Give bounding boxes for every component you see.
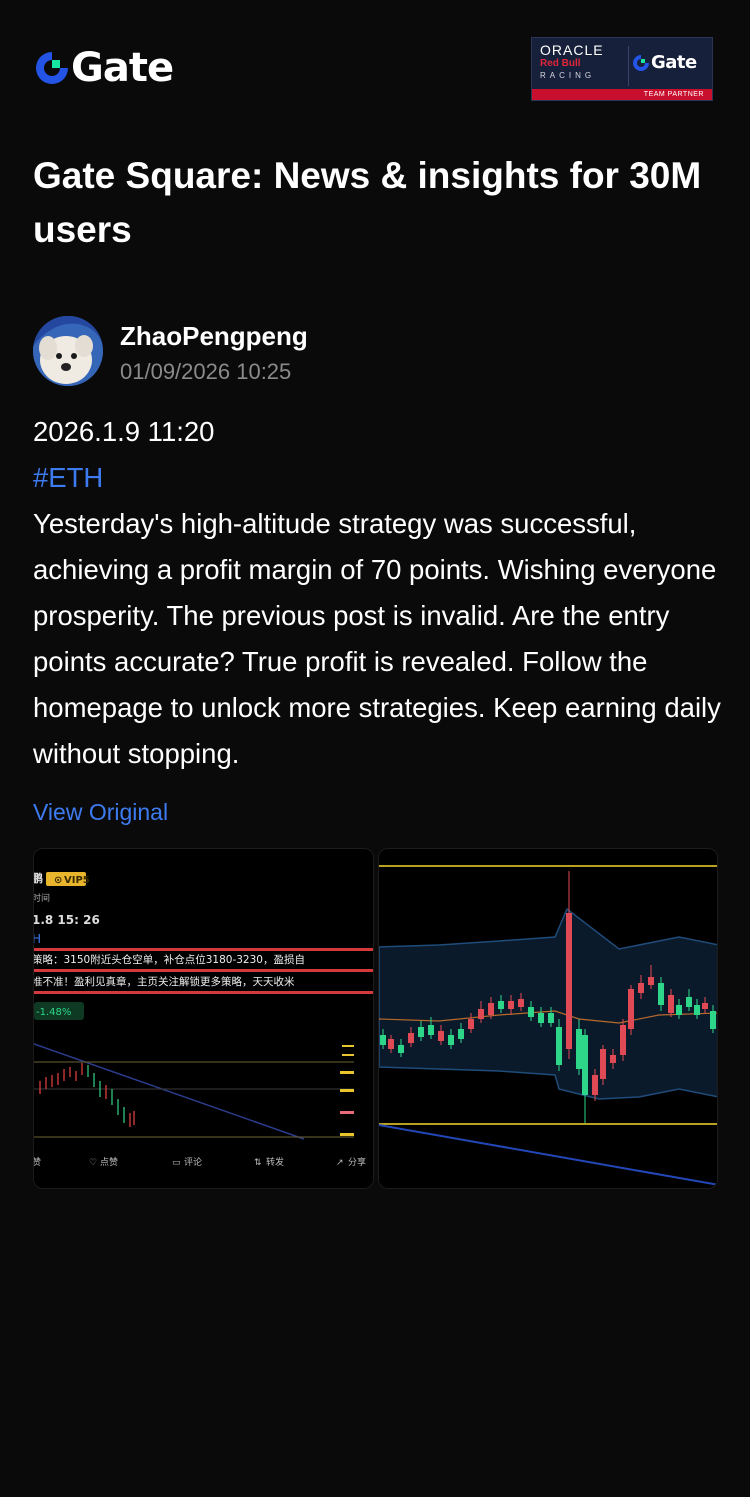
candle-body bbox=[379, 1035, 386, 1045]
candle-body bbox=[417, 1027, 424, 1037]
candle-body bbox=[675, 1005, 682, 1015]
candle-body bbox=[667, 995, 674, 1013]
candle-body bbox=[709, 1011, 716, 1029]
svg-text:▭: ▭ bbox=[172, 1158, 181, 1168]
candle-body bbox=[397, 1045, 404, 1053]
candle-body bbox=[609, 1055, 616, 1063]
post-image-screenshot[interactable]: 鹏 ⊙ VIP5 时间 1.8 15: 26 H 策略：3150附近头仓空单，补… bbox=[33, 848, 374, 1189]
svg-text:鹏: 鹏 bbox=[34, 871, 43, 885]
candle-body bbox=[685, 997, 692, 1007]
candle-body bbox=[547, 1013, 554, 1023]
partner-racing-text: RACING bbox=[540, 71, 596, 80]
candle-body bbox=[647, 977, 654, 985]
candle-body bbox=[487, 1003, 494, 1015]
strategy-line-1: 策略：3150附近头仓空单，补仓点位3180-3230，盈损自 bbox=[34, 953, 305, 966]
post-content: 2026.1.9 11:20 #ETH Yesterday's high-alt… bbox=[33, 409, 723, 777]
author-block: ZhaoPengpeng 01/09/2026 10:25 bbox=[33, 316, 723, 388]
candle-body bbox=[575, 1029, 582, 1069]
candle-body bbox=[437, 1031, 444, 1041]
header: Gate ORACLE Red Bull RACING Gate TEAM PA… bbox=[0, 0, 750, 130]
time-line: 1.8 15: 26 bbox=[34, 913, 100, 927]
candle-body bbox=[599, 1049, 606, 1079]
app-screenshot-image: 鹏 ⊙ VIP5 时间 1.8 15: 26 H 策略：3150附近头仓空单，补… bbox=[34, 849, 373, 1188]
page-title: Gate Square: News & insights for 30M use… bbox=[33, 155, 702, 250]
action-0: 赞 bbox=[34, 1156, 41, 1168]
candlestick-chart-image bbox=[378, 849, 718, 1188]
svg-text:↗: ↗ bbox=[336, 1158, 344, 1168]
action-1: 点赞 bbox=[100, 1156, 118, 1168]
partner-redbull-text: Red Bull bbox=[540, 58, 581, 69]
partner-strip-text: TEAM PARTNER bbox=[643, 91, 704, 98]
gate-logo[interactable]: Gate bbox=[34, 45, 174, 91]
gate-logo-icon bbox=[633, 54, 649, 71]
svg-text:♡: ♡ bbox=[89, 1158, 97, 1168]
svg-text:H: H bbox=[34, 932, 41, 946]
candle-body bbox=[701, 1003, 708, 1009]
post-images: 鹏 ⊙ VIP5 时间 1.8 15: 26 H 策略：3150附近头仓空单，补… bbox=[33, 848, 718, 1189]
candle-body bbox=[619, 1025, 626, 1055]
partner-divider bbox=[628, 46, 629, 86]
author-name[interactable]: ZhaoPengpeng bbox=[120, 320, 308, 352]
candle-body bbox=[657, 983, 664, 1005]
post-body: Yesterday's high-altitude strategy was s… bbox=[33, 508, 721, 769]
candle-body bbox=[627, 989, 634, 1029]
post-date-line: 2026.1.9 11:20 bbox=[33, 416, 215, 447]
vip-badge-text: VIP5 bbox=[64, 875, 90, 886]
candle-body bbox=[387, 1039, 394, 1049]
action-4: 分享 bbox=[348, 1156, 366, 1168]
partner-gate-logo: Gate bbox=[632, 52, 697, 73]
candle-body bbox=[447, 1035, 454, 1045]
candle-body bbox=[407, 1033, 414, 1043]
candle-body bbox=[427, 1025, 434, 1035]
candle-body bbox=[565, 913, 572, 1049]
gate-logo-icon bbox=[36, 52, 68, 84]
candle-body bbox=[497, 1001, 504, 1009]
candle-body bbox=[517, 999, 524, 1007]
hashtag-link[interactable]: #ETH bbox=[33, 455, 723, 501]
change-badge: -1.48% bbox=[36, 1007, 71, 1018]
candle-body bbox=[477, 1009, 484, 1019]
avatar[interactable] bbox=[33, 316, 103, 386]
partner-strip: TEAM PARTNER bbox=[532, 89, 712, 100]
team-partner-banner[interactable]: ORACLE Red Bull RACING Gate TEAM PARTNER bbox=[531, 37, 713, 101]
candle-body bbox=[581, 1035, 588, 1095]
avatar-dog-image bbox=[33, 316, 103, 386]
partner-oracle-text: ORACLE bbox=[540, 42, 604, 58]
svg-text:⇅: ⇅ bbox=[254, 1158, 262, 1168]
vip-badge: ⊙ bbox=[54, 875, 62, 886]
partner-gate-text: Gate bbox=[651, 52, 697, 73]
candle-body bbox=[527, 1007, 534, 1017]
svg-text:时间: 时间 bbox=[34, 892, 50, 904]
candle-body bbox=[457, 1029, 464, 1039]
candle-body bbox=[537, 1013, 544, 1023]
action-3: 转发 bbox=[266, 1156, 284, 1168]
candle-body bbox=[693, 1005, 700, 1015]
candle-body bbox=[591, 1075, 598, 1095]
candle-body bbox=[637, 983, 644, 993]
candle-body bbox=[507, 1001, 514, 1009]
action-2: 评论 bbox=[184, 1156, 202, 1168]
strategy-line-2: 准不准！盈利见真章，主页关注解锁更多策略，天天收米 bbox=[34, 975, 295, 988]
view-original-link[interactable]: View Original bbox=[33, 795, 168, 829]
post-timestamp: 01/09/2026 10:25 bbox=[120, 359, 292, 384]
candle-body bbox=[555, 1027, 562, 1065]
candle-body bbox=[467, 1019, 474, 1029]
post-image-chart[interactable] bbox=[377, 848, 718, 1189]
oracle-redbull-logo: ORACLE Red Bull RACING bbox=[540, 43, 626, 82]
logo-text: Gate bbox=[71, 45, 174, 91]
